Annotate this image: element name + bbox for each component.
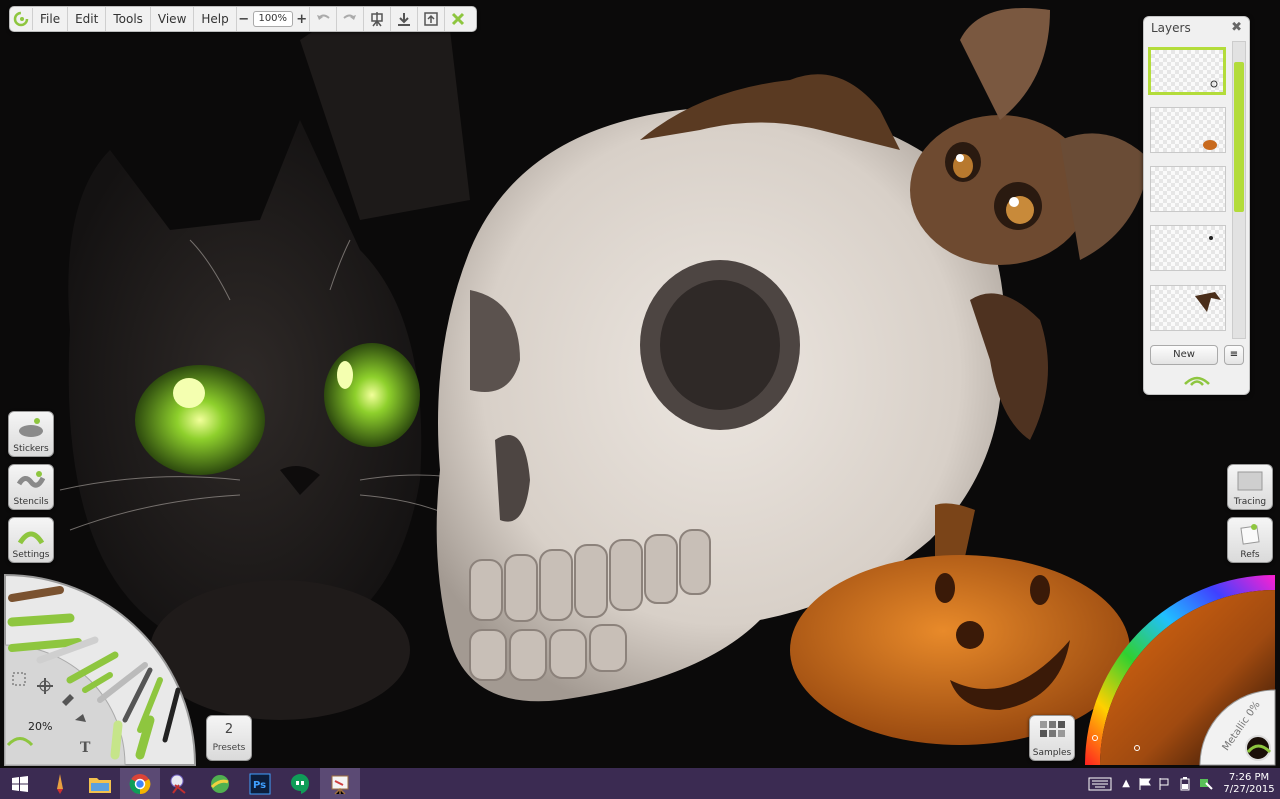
taskbar-maps-app[interactable]: [200, 768, 240, 799]
windows-logo-icon: [12, 775, 28, 792]
fullscreen-button[interactable]: [443, 7, 471, 31]
taskbar-file-explorer[interactable]: [80, 768, 120, 799]
start-button[interactable]: [0, 768, 40, 799]
hangouts-icon: [290, 773, 309, 794]
easel-icon: [371, 12, 383, 27]
stickers-label: Stickers: [13, 444, 49, 454]
taskbar-photoshop[interactable]: Ps: [240, 768, 280, 799]
action-center-icon[interactable]: [1158, 777, 1172, 791]
tool-size-value[interactable]: 20%: [28, 720, 52, 733]
folder-icon: [89, 777, 111, 793]
top-menu-bar: File Edit Tools View Help − 100% +: [9, 6, 477, 32]
layer-thumbnail-2[interactable]: [1150, 107, 1226, 153]
layer-thumbnail-3[interactable]: [1150, 166, 1226, 212]
globe-icon: [210, 774, 229, 793]
svg-text:Ps: Ps: [253, 780, 266, 791]
layer-thumbnail-4[interactable]: [1150, 225, 1226, 271]
redo-icon: [343, 14, 356, 20]
settings-button[interactable]: Settings: [8, 517, 54, 563]
reference-pin-icon: [1240, 524, 1260, 545]
taskbar-pencil-app[interactable]: [40, 768, 80, 799]
tracing-icon: [1237, 471, 1263, 491]
layers-panel: Layers ✖ New ≡: [1143, 16, 1250, 395]
refs-label: Refs: [1240, 550, 1260, 560]
taskbar-hangouts[interactable]: [280, 768, 320, 799]
menu-file[interactable]: File: [33, 7, 69, 31]
windows-taskbar: Ps ▲ 7:26 PM 7/27/2015: [0, 768, 1280, 799]
taskbar-clock[interactable]: 7:26 PM 7/27/2015: [1218, 772, 1280, 796]
clock-time: 7:26 PM: [1228, 771, 1270, 783]
battery-icon[interactable]: [1178, 776, 1192, 791]
menu-tools[interactable]: Tools: [106, 7, 151, 31]
settings-label: Settings: [12, 550, 50, 560]
canvas-position-button[interactable]: [362, 7, 390, 31]
stencil-icon: [17, 471, 45, 488]
layers-scroll-thumb[interactable]: [1234, 62, 1244, 212]
presets-button[interactable]: 2 Presets: [206, 715, 252, 761]
import-button[interactable]: [389, 7, 417, 31]
flag-icon[interactable]: [1138, 777, 1152, 791]
network-icon[interactable]: [1198, 777, 1214, 791]
cross-arrows-icon: [451, 12, 464, 26]
presets-count: 2: [224, 722, 234, 737]
redo-button[interactable]: [335, 7, 363, 31]
color-picker[interactable]: Metallic 0%: [1080, 570, 1280, 770]
samples-button[interactable]: Samples: [1029, 715, 1075, 761]
layer-thumbnail-1[interactable]: [1148, 47, 1226, 95]
stickers-button[interactable]: Stickers: [8, 411, 54, 457]
photoshop-icon: Ps: [249, 773, 271, 794]
tracing-label: Tracing: [1233, 497, 1267, 507]
stencils-button[interactable]: Stencils: [8, 464, 54, 510]
export-button[interactable]: [416, 7, 444, 31]
layers-close-button[interactable]: ✖: [1231, 20, 1242, 35]
pencil-icon: [57, 773, 63, 794]
artrage-logo-icon[interactable]: [10, 8, 33, 30]
undo-button[interactable]: [308, 7, 336, 31]
taskbar-snipping-tool[interactable]: [160, 768, 200, 799]
stencils-label: Stencils: [13, 497, 49, 507]
zoom-in-button[interactable]: +: [295, 12, 309, 27]
chrome-icon: [129, 773, 151, 794]
presets-label: Presets: [212, 743, 246, 753]
artrage-easel-icon: [331, 775, 349, 795]
zoom-level-field[interactable]: 100%: [252, 11, 293, 27]
scissors-icon: [170, 774, 186, 794]
undo-icon: [316, 14, 330, 20]
samples-label: Samples: [1032, 748, 1072, 758]
upload-frame-icon: [424, 12, 438, 26]
tool-wheel: T 20%: [4, 573, 197, 766]
settings-arc-icon: [17, 531, 45, 545]
show-hidden-icons-icon[interactable]: ▲: [1122, 778, 1130, 789]
samples-grid-icon: [1040, 721, 1065, 737]
taskbar-artrage[interactable]: [320, 768, 360, 799]
system-tray: ▲ 7:26 PM 7/27/2015: [1088, 768, 1280, 799]
keyboard-icon[interactable]: [1088, 777, 1112, 791]
refs-button[interactable]: Refs: [1227, 517, 1273, 563]
sticker-icon: [19, 418, 43, 437]
zoom-out-button[interactable]: −: [237, 12, 251, 27]
menu-help[interactable]: Help: [194, 7, 237, 31]
layer-options-button[interactable]: ≡: [1224, 345, 1244, 365]
panel-collapse-icon[interactable]: [1182, 372, 1212, 388]
taskbar-chrome[interactable]: [120, 768, 160, 799]
layers-scrollbar[interactable]: [1232, 41, 1246, 339]
clock-date: 7/27/2015: [1223, 783, 1275, 795]
new-layer-button[interactable]: New: [1150, 345, 1218, 365]
text-tool-icon[interactable]: T: [80, 740, 91, 756]
layer-thumbnail-5[interactable]: [1150, 285, 1226, 331]
layers-panel-title: Layers: [1151, 21, 1191, 35]
tracing-button[interactable]: Tracing: [1227, 464, 1273, 510]
download-icon: [397, 13, 410, 26]
menu-view[interactable]: View: [151, 7, 195, 31]
menu-edit[interactable]: Edit: [68, 7, 107, 31]
